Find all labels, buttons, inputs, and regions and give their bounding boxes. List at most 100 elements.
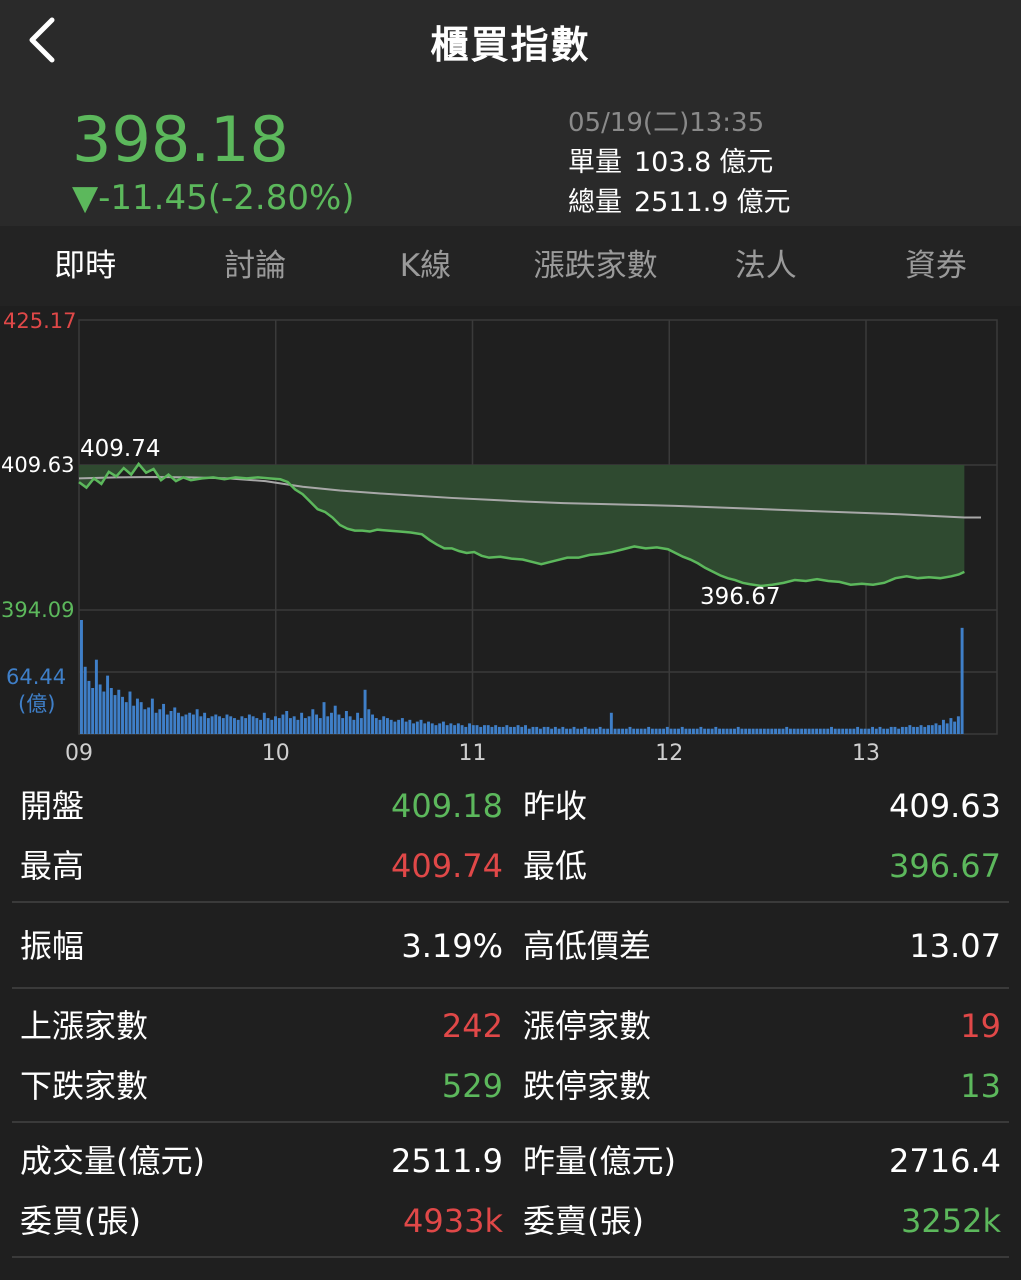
limit-up-value: 19	[960, 1007, 1001, 1045]
volume-bar	[609, 712, 613, 734]
prev-turnover-value: 2716.4	[889, 1142, 1001, 1180]
tab-advance-decline[interactable]: 漲跌家數	[511, 226, 681, 306]
volume-bar	[960, 627, 964, 734]
volume-bar	[509, 726, 513, 734]
volume-bar	[318, 718, 322, 734]
tab-realtime[interactable]: 即時	[0, 226, 170, 306]
volume-bar	[557, 728, 561, 734]
volume-bar	[953, 721, 957, 734]
tab-kline[interactable]: K線	[340, 226, 510, 306]
volume-bar	[538, 728, 542, 734]
volume-bar	[673, 728, 677, 734]
volume-bar	[852, 728, 856, 734]
quote-panel: 398.18 ▼-11.45(-2.80%) 05/19(二)13:35 單量 1…	[0, 90, 1021, 226]
high-annotation: 409.74	[80, 436, 160, 462]
volume-bar	[501, 726, 505, 734]
volume-bar	[886, 728, 889, 734]
volume-bar	[602, 728, 606, 734]
volume-bar	[647, 726, 651, 734]
x-tick-label: 11	[459, 741, 487, 766]
volume-bar	[277, 718, 281, 734]
volume-bar	[121, 696, 124, 734]
volume-bar	[311, 709, 315, 734]
volume-bar	[296, 719, 300, 734]
volume-bar	[658, 728, 662, 734]
volume-bar	[512, 726, 516, 734]
x-tick-label: 13	[852, 741, 880, 766]
volume-bar	[165, 714, 169, 734]
volume-bar	[733, 728, 736, 734]
volume-bar	[900, 726, 904, 734]
volume-bar	[654, 728, 658, 734]
intraday-chart[interactable]: 425.17 409.63 394.09 64.44 (億) 409.74 39…	[0, 306, 1021, 770]
volume-bar	[158, 709, 162, 734]
volume-bar	[188, 712, 192, 734]
volume-bar	[621, 728, 625, 734]
volume-bar	[303, 718, 307, 734]
tab-bar: 即時 討論 K線 漲跌家數 法人 資券	[0, 226, 1021, 306]
volume-bar	[333, 705, 337, 734]
volume-bar	[367, 709, 371, 734]
volume-bar	[128, 691, 132, 734]
volume-unit-label: (億)	[18, 692, 55, 716]
volume-bar	[893, 726, 897, 734]
high-label: 最高	[20, 847, 85, 885]
total-volume-value: 2511.9	[634, 187, 729, 218]
volume-bar	[747, 728, 751, 734]
divider	[12, 1256, 1009, 1258]
volume-bar	[788, 728, 792, 734]
volume-bar	[934, 723, 938, 734]
volume-bar	[617, 728, 621, 734]
volume-bar	[710, 728, 714, 734]
volume-bar	[800, 728, 804, 734]
volume-bar	[87, 680, 91, 734]
up-count-value: 242	[441, 1007, 503, 1045]
volume-bar	[505, 725, 509, 734]
volume-bar	[550, 728, 554, 734]
tab-discussion[interactable]: 討論	[170, 226, 340, 306]
volume-bar	[598, 726, 602, 734]
volume-bar	[635, 728, 639, 734]
volume-bar	[736, 726, 740, 734]
volume-bar	[766, 728, 770, 734]
volume-bar	[643, 728, 647, 734]
limit-down-label: 跌停家數	[523, 1067, 652, 1105]
page-title: 櫃買指數	[430, 23, 591, 67]
volume-bar	[830, 726, 833, 734]
volume-bar	[80, 620, 83, 734]
volume-bar	[251, 716, 255, 734]
volume-bar	[389, 719, 393, 734]
divider	[12, 901, 1009, 903]
volume-bar	[449, 723, 453, 734]
volume-bar	[684, 728, 688, 734]
volume-bar	[288, 718, 292, 734]
volume-bar	[874, 728, 878, 734]
low-label: 最低	[523, 847, 588, 885]
volume-bar	[415, 721, 419, 734]
volume-bar	[695, 728, 699, 734]
spread-label: 高低價差	[523, 927, 652, 965]
volume-bar	[232, 718, 236, 734]
volume-bar	[91, 688, 95, 734]
volume-bar	[904, 726, 908, 734]
volume-bar	[632, 728, 636, 734]
tab-margin[interactable]: 資券	[851, 226, 1021, 306]
low-annotation: 396.67	[700, 584, 780, 610]
volume-bar	[524, 725, 527, 734]
volume-bar	[628, 726, 632, 734]
tab-institutional[interactable]: 法人	[681, 226, 851, 306]
price-fill-area	[79, 463, 965, 586]
volume-bar	[490, 726, 494, 734]
volume-bar	[494, 725, 498, 734]
volume-bar	[755, 728, 759, 734]
volume-bar	[744, 728, 748, 734]
volume-bar	[807, 728, 811, 734]
stats-row-amplitude: 振幅 3.19% 高低價差 13.07	[0, 916, 1021, 976]
volume-bar	[867, 728, 871, 734]
volume-bar	[225, 714, 229, 734]
volume-bar	[427, 721, 430, 734]
current-price: 398.18	[72, 103, 289, 176]
volume-bar	[889, 726, 893, 734]
volume-bar	[229, 716, 233, 734]
volume-bar	[912, 726, 916, 734]
